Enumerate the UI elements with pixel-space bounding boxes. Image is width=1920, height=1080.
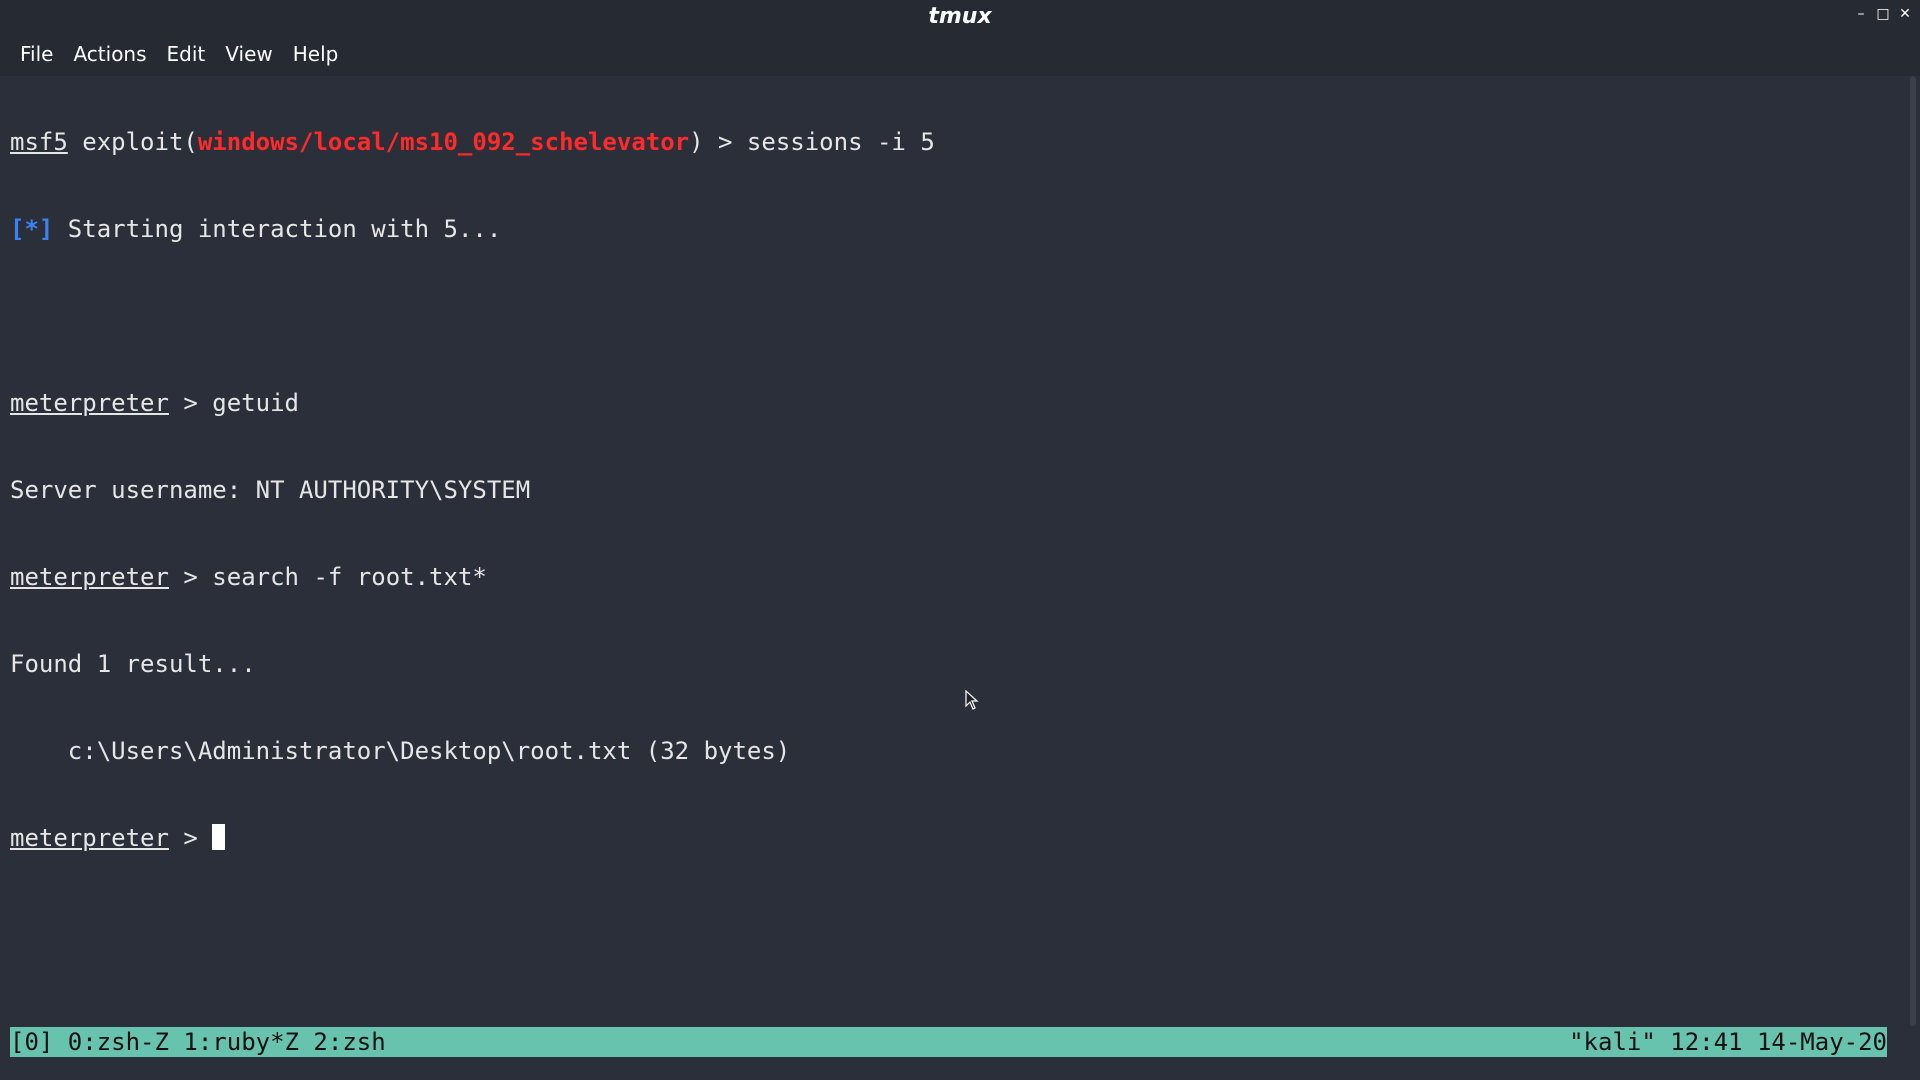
menu-edit[interactable]: Edit bbox=[159, 38, 214, 70]
command-text: > getuid bbox=[168, 389, 299, 417]
terminal-line: [*] Starting interaction with 5... bbox=[10, 215, 1900, 244]
tmux-window-list[interactable]: [0] 0:zsh-Z 1:ruby*Z 2:zsh bbox=[10, 1027, 386, 1057]
output-text: Server username: NT AUTHORITY\SYSTEM bbox=[10, 476, 531, 504]
info-marker: [*] bbox=[10, 215, 54, 243]
output-text: Starting interaction with 5... bbox=[53, 215, 502, 243]
meterpreter-prompt: meterpreter bbox=[10, 389, 169, 417]
minimize-icon[interactable]: – bbox=[1854, 6, 1868, 22]
title-bar[interactable]: tmux – □ ✕ bbox=[0, 0, 1920, 32]
terminal-line: c:\Users\Administrator\Desktop\root.txt … bbox=[10, 737, 1900, 766]
terminal-line: Server username: NT AUTHORITY\SYSTEM bbox=[10, 476, 1900, 505]
terminal-window: tmux – □ ✕ File Actions Edit View Help m… bbox=[0, 0, 1920, 1080]
module-name: windows/local/ms10_092_schelevator bbox=[197, 128, 690, 156]
command-text: > bbox=[168, 824, 213, 852]
command-text: ) > sessions -i 5 bbox=[689, 128, 935, 156]
mouse-pointer-icon bbox=[965, 690, 979, 710]
command-text: > search -f root.txt* bbox=[168, 563, 487, 591]
tmux-status-bar: [0] 0:zsh-Z 1:ruby*Z 2:zsh "kali" 12:41 … bbox=[10, 1027, 1887, 1057]
terminal-line: meterpreter > bbox=[10, 824, 1900, 853]
meterpreter-prompt: meterpreter bbox=[10, 563, 169, 591]
scrollbar[interactable] bbox=[1910, 76, 1916, 1026]
menu-file[interactable]: File bbox=[12, 38, 61, 70]
menu-view[interactable]: View bbox=[217, 38, 280, 70]
msf-prompt: msf5 bbox=[10, 128, 68, 156]
output-text: Found 1 result... bbox=[10, 650, 256, 678]
terminal-line: meterpreter > search -f root.txt* bbox=[10, 563, 1900, 592]
command-text: exploit( bbox=[67, 128, 198, 156]
menu-help[interactable]: Help bbox=[285, 38, 347, 70]
menu-actions[interactable]: Actions bbox=[65, 38, 154, 70]
window-title: tmux bbox=[928, 4, 992, 29]
terminal-output[interactable]: msf5 exploit(windows/local/ms10_092_sche… bbox=[10, 70, 1900, 1020]
meterpreter-prompt: meterpreter bbox=[10, 824, 169, 852]
window-controls: – □ ✕ bbox=[1854, 6, 1912, 22]
text-cursor bbox=[212, 824, 226, 850]
terminal-line: msf5 exploit(windows/local/ms10_092_sche… bbox=[10, 128, 1900, 157]
terminal-line: meterpreter > getuid bbox=[10, 389, 1900, 418]
terminal-line: Found 1 result... bbox=[10, 650, 1900, 679]
close-icon[interactable]: ✕ bbox=[1898, 6, 1912, 22]
output-text: c:\Users\Administrator\Desktop\root.txt … bbox=[10, 737, 791, 765]
maximize-icon[interactable]: □ bbox=[1876, 6, 1890, 22]
tmux-status-right: "kali" 12:41 14-May-20 bbox=[1569, 1028, 1887, 1056]
